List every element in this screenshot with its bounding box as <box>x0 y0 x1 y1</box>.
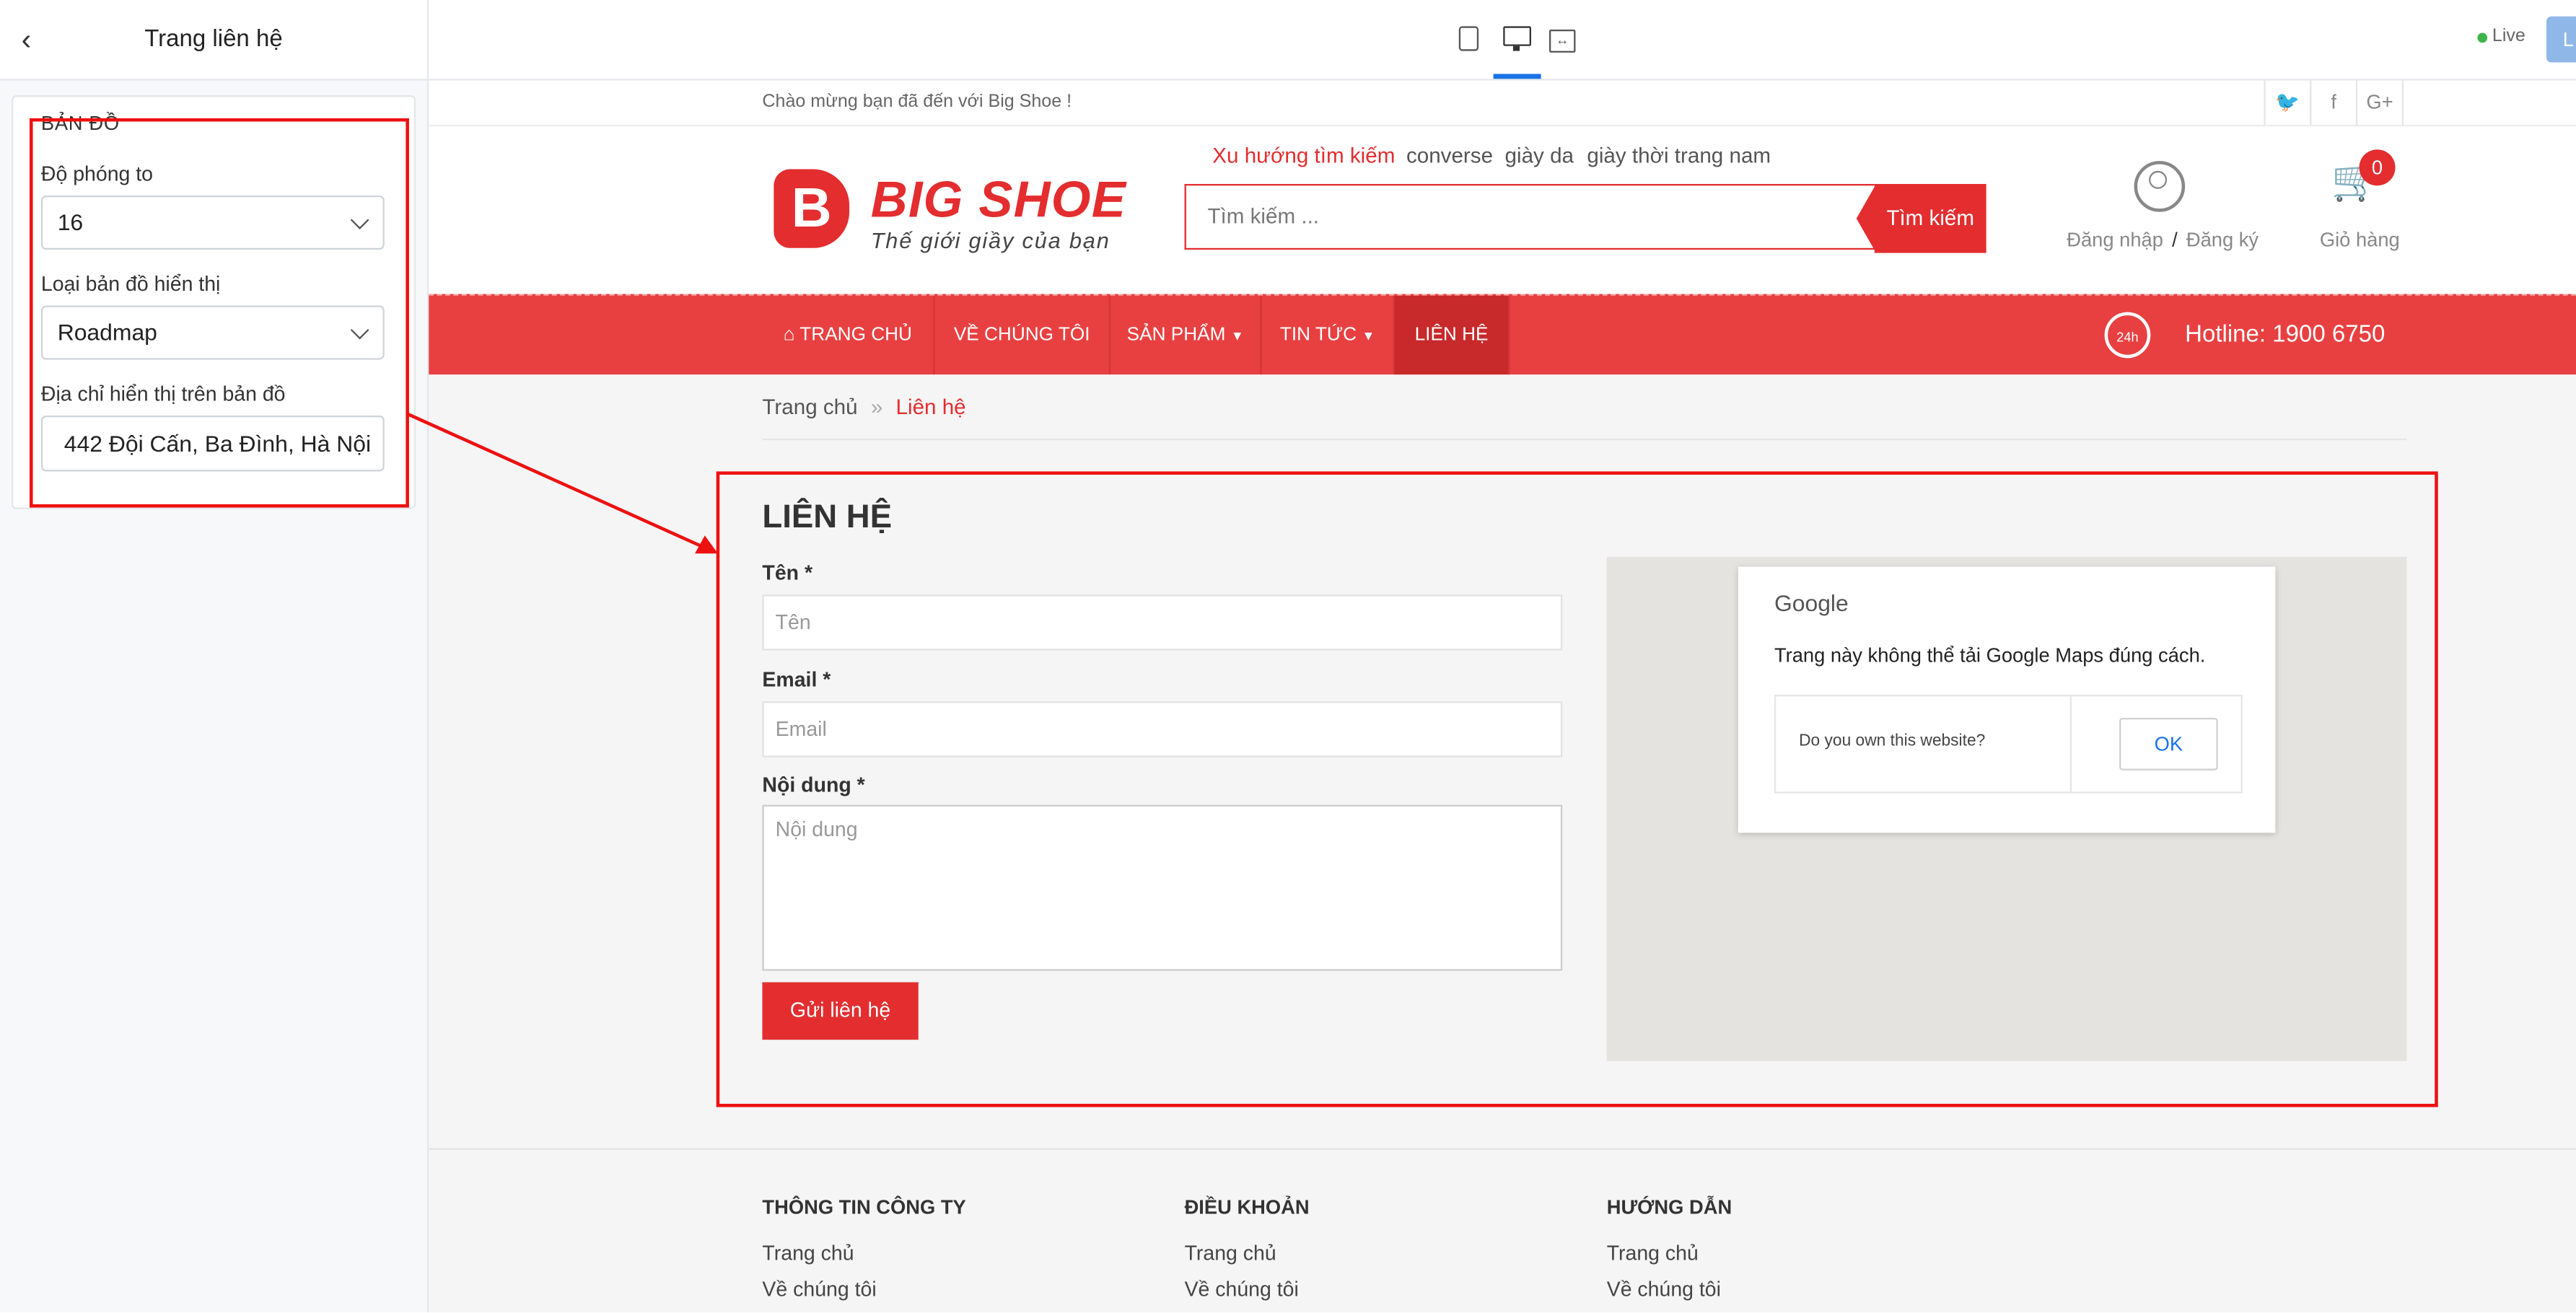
annotation-arrow-line <box>406 412 704 549</box>
annotation-arrow <box>406 412 718 554</box>
